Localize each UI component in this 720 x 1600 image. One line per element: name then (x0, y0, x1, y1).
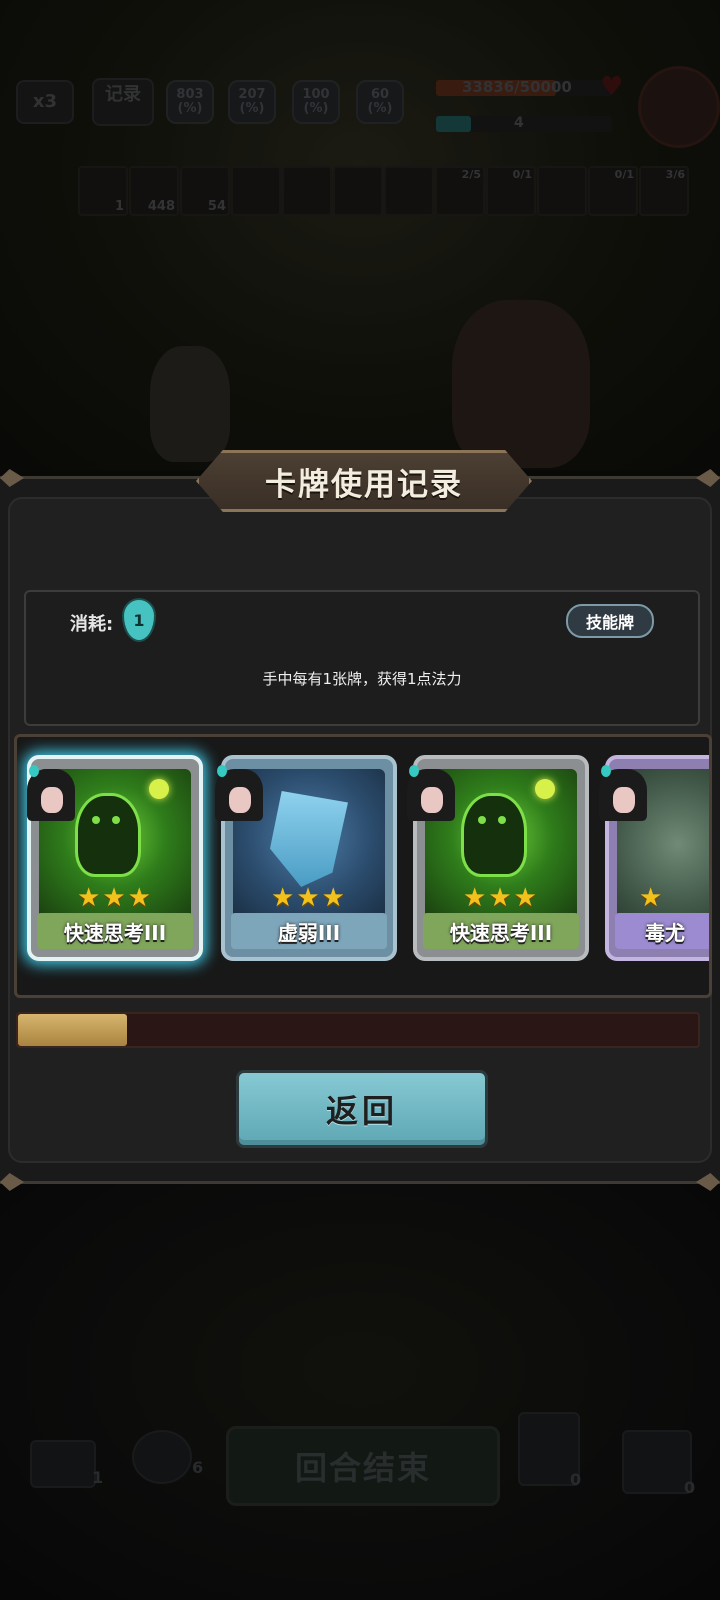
lightbulb-icon (535, 779, 555, 799)
cost-label: 消耗: (70, 614, 114, 635)
hero-avatar-icon (215, 765, 263, 821)
back-button[interactable]: 返回 (236, 1070, 488, 1148)
hero-avatar-icon (599, 765, 647, 821)
hero-avatar-icon (407, 765, 455, 821)
card-item[interactable]: ★★★ 快速思考III (407, 755, 589, 961)
card-stars: ★★★ (77, 883, 153, 913)
card-name: 快速思考III (37, 913, 193, 949)
card-detail-box: 消耗: 1 技能牌 手中每有1张牌，获得1点法力 (24, 590, 700, 726)
thinking-figure-icon (461, 793, 527, 877)
card-type-badge: 技能牌 (566, 604, 654, 638)
modal-title: 卡牌使用记录 (196, 450, 532, 512)
card-stars: ★★★ (271, 883, 347, 913)
card-item[interactable]: ★ 毒尤 (599, 755, 709, 961)
cracked-shield-icon (270, 791, 348, 887)
card-type-label: 技能牌 (585, 613, 634, 632)
card-item[interactable]: ★★★ 虚弱III (215, 755, 397, 961)
card-stars: ★★★ (463, 883, 539, 913)
card-history-list[interactable]: ★★★ 快速思考III ★★★ 虚弱III ★★★ 快速思考III ★ 毒尤 (14, 734, 712, 998)
lightbulb-icon (149, 779, 169, 799)
back-label: 返回 (325, 1092, 398, 1130)
cost-value: 1 (133, 610, 145, 630)
modal-title-text: 卡牌使用记录 (265, 466, 463, 503)
card-name: 快速思考III (423, 913, 579, 949)
mana-flame-icon: 1 (122, 598, 156, 642)
scrollbar-thumb[interactable] (18, 1014, 127, 1046)
card-item[interactable]: ★★★ 快速思考III (27, 755, 203, 961)
card-description: 手中每有1张牌，获得1点法力 (262, 670, 462, 688)
card-name: 毒尤 (615, 913, 709, 949)
thinking-figure-icon (75, 793, 141, 877)
hero-avatar-icon (27, 765, 75, 821)
card-stars: ★ (639, 883, 665, 913)
history-scrollbar[interactable] (16, 1012, 700, 1048)
card-name: 虚弱III (231, 913, 387, 949)
